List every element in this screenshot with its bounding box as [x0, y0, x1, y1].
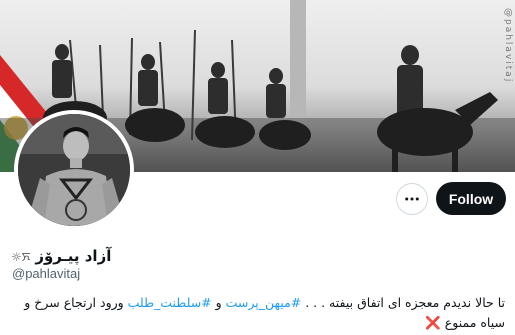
profile-bio: تا حالا ندیدم معجزه ای اتفاق بیفته . . .…: [10, 293, 505, 333]
banner-watermark: @pahlavitaj: [503, 8, 513, 84]
user-handle: @pahlavitaj: [12, 266, 81, 281]
follow-button[interactable]: Follow: [436, 182, 506, 215]
profile-photo-icon: [18, 114, 130, 226]
bio-text-start: تا حالا ندیدم معجزه ای اتفاق بیفته . . .: [301, 295, 505, 310]
more-horizontal-icon: [405, 197, 419, 201]
avatar[interactable]: [14, 110, 134, 230]
name-emoji: ☼ꯈ: [11, 249, 31, 264]
display-name-row: ☼ꯈ آزاد پیـرۆز: [11, 245, 111, 267]
hashtag-link[interactable]: #سلطنت_طلب: [128, 295, 212, 310]
display-name: آزاد پیـرۆز: [35, 247, 112, 265]
hashtag-link[interactable]: #میهن_پرست: [226, 295, 302, 310]
more-options-button[interactable]: [396, 183, 428, 215]
cross-mark-icon: ❌: [425, 315, 441, 330]
riders: [52, 44, 423, 120]
bio-joiner: و: [211, 295, 226, 310]
